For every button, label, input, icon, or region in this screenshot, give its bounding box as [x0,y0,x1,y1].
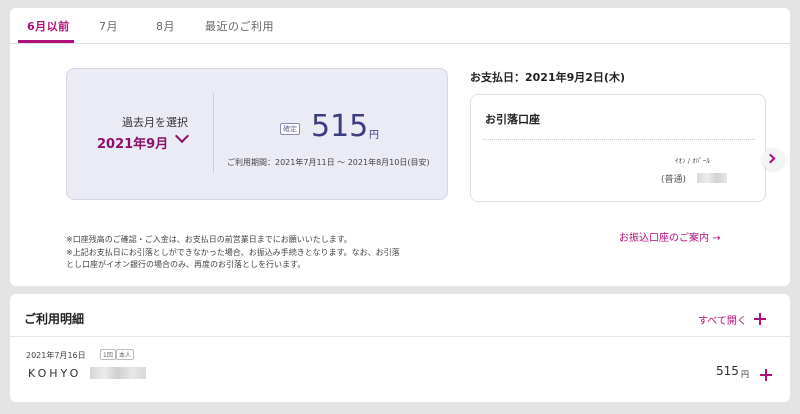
transaction-currency: 円 [741,370,749,379]
transaction-amount: 515 [716,364,739,378]
confirmed-badge: 確定 [280,123,300,135]
account-type: (普通) [661,175,687,185]
merchant-name: KOHYO [28,367,82,380]
next-button[interactable] [762,148,784,170]
billing-amount: 515 [311,109,369,144]
plus-icon[interactable] [760,369,772,381]
transfer-account-link[interactable]: お振込口座のご案内 → [619,229,721,244]
payment-date: お支払日：2021年9月2日(木) [470,71,625,84]
transaction-date: 2021年7月16日 [26,351,86,360]
tab-august[interactable]: 8月 [156,18,175,34]
active-tab-indicator [18,40,74,43]
divider [10,336,790,337]
tab-before-june[interactable]: 6月以前 [27,18,70,34]
chevron-down-icon[interactable] [174,128,190,144]
billing-summary-card: 6月以前 7月 8月 最近のご利用 過去月を選択 2021年9月 確定 515 … [10,8,790,286]
panel-divider [213,93,214,173]
plus-icon[interactable] [754,313,766,325]
debit-account-card: お引落口座 ｲｵﾝ / ｵﾊﾟｰﾙ (普通) [470,94,766,202]
usage-period: ご利用期間：2021年7月11日 ～ 2021年8月10日(目安) [227,158,430,167]
payment-notes: ※口座残高のご確認・ご入金は、お支払日の前営業日までにお願いいたします。 ※上記… [66,234,456,272]
billing-month-panel: 過去月を選択 2021年9月 確定 515 円 ご利用期間：2021年7月11日… [66,68,448,200]
note-line: とし口座がイオン銀行の場合のみ、再度のお引落としを行います。 [66,260,306,269]
note-line: ※上記お支払日にお引落としができなかった場合、お振込み手続きとなります。なお、お… [66,247,400,257]
tab-recent-usage[interactable]: 最近のご利用 [205,18,274,34]
masked-account-number [697,173,727,183]
divider [483,139,755,140]
usage-details-card: ご利用明細 すべて開く 2021年7月16日 1回 本人 KOHYO 515 円 [10,294,790,402]
debit-account-title: お引落口座 [485,113,540,126]
cardholder-tag: 本人 [116,349,135,360]
note-line: ※口座残高のご確認・ご入金は、お支払日の前営業日までにお願いいたします。 [66,235,352,244]
month-select-label: 過去月を選択 [122,116,188,129]
tab-july[interactable]: 7月 [99,18,118,34]
billing-currency: 円 [369,130,379,141]
open-all-link[interactable]: すべて開く [698,312,747,327]
month-tabs: 6月以前 7月 8月 最近のご利用 [10,8,790,44]
details-title: ご利用明細 [24,312,85,326]
masked-merchant-detail [90,367,146,379]
bank-name: ｲｵﾝ / ｵﾊﾟｰﾙ [675,157,710,165]
installment-tag: 1回 [100,349,116,360]
month-select-value[interactable]: 2021年9月 [97,133,168,152]
chevron-right-icon [765,153,776,164]
